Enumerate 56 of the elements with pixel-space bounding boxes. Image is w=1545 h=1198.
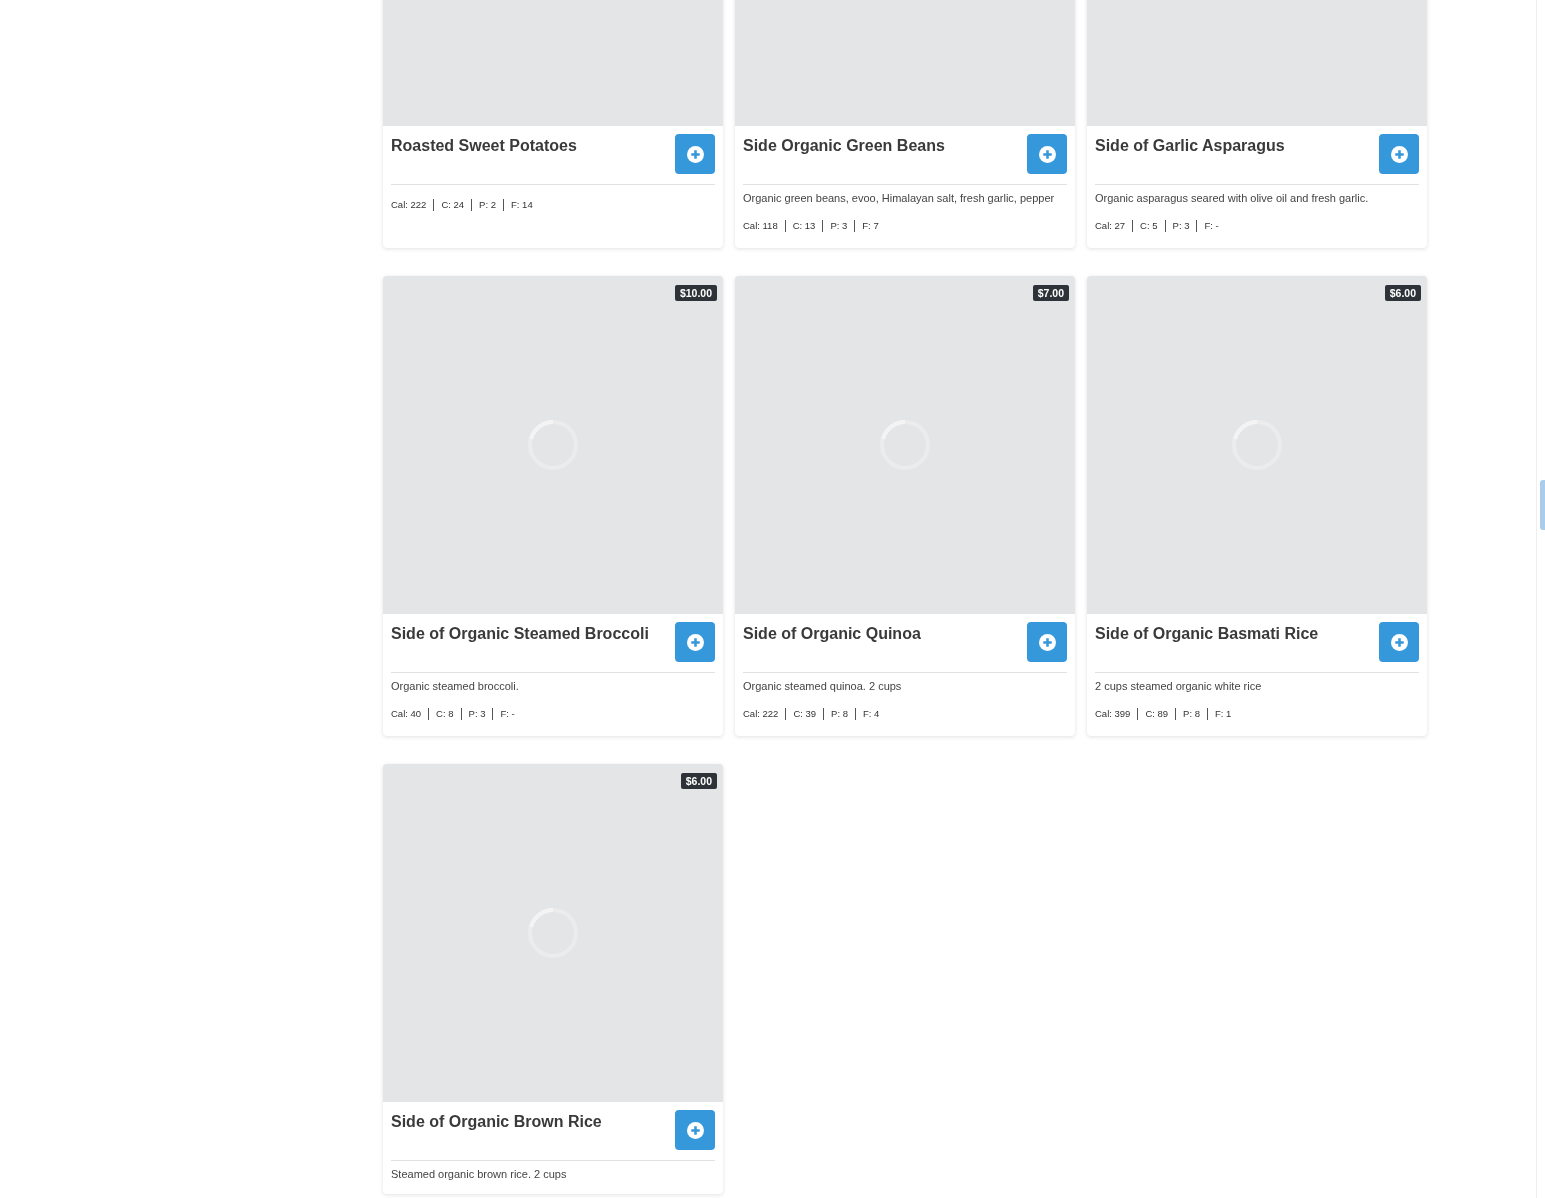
product-title: Side of Organic Basmati Rice: [1095, 624, 1319, 643]
product-title: Side Organic Green Beans: [743, 136, 945, 155]
scroll-handle[interactable]: [1540, 480, 1545, 530]
nutrition-value: F: 14: [503, 199, 540, 211]
nutrition-value: Cal: 399: [1095, 708, 1132, 720]
plus-circle-icon: [686, 633, 704, 651]
nutrition-value: P: 3: [822, 220, 855, 232]
plus-circle-icon: [686, 1121, 704, 1139]
nutrition-value: Cal: 118: [743, 220, 779, 232]
product-description: 2 cups steamed organic white rice: [1095, 679, 1263, 694]
nutrition-value: F: -: [1196, 220, 1226, 232]
add-button[interactable]: [1379, 622, 1419, 662]
product-title: Side of Organic Steamed Broccoli: [391, 624, 649, 643]
nutrition-value: C: 8: [428, 708, 461, 720]
nutrition-value: Cal: 222: [743, 708, 780, 720]
nutrition-value: P: 8: [1175, 708, 1207, 720]
nutrition-value: Cal: 40: [391, 708, 423, 720]
nutrition-value: P: 3: [1164, 220, 1197, 232]
nutrition-value: C: 5: [1132, 220, 1165, 232]
nutrition-value: F: -: [492, 708, 522, 720]
nutrition-value: Cal: 222: [391, 199, 428, 211]
nutrition-value: C: 24: [433, 199, 472, 211]
nutrition-value: C: 89: [1137, 708, 1176, 720]
price-badge: $7.00: [1032, 285, 1069, 301]
product-title: Side of Organic Quinoa: [743, 624, 921, 643]
product-title: Roasted Sweet Potatoes: [391, 136, 577, 155]
nutrition-value: P: 8: [823, 708, 855, 720]
add-button[interactable]: [1027, 622, 1067, 662]
nutrition-value: C: 39: [785, 708, 824, 720]
nutrition-value: F: 7: [854, 220, 886, 232]
product-description: Organic steamed broccoli.: [391, 679, 520, 694]
add-button[interactable]: [675, 622, 715, 662]
price-badge: $6.00: [1384, 285, 1421, 301]
product-description: Organic asparagus seared with olive oil and fresh garlic.: [1095, 191, 1370, 206]
add-button[interactable]: [1379, 134, 1419, 174]
plus-circle-icon: [1038, 145, 1056, 163]
add-button[interactable]: [1027, 134, 1067, 174]
nutrition-value: C: 13: [784, 220, 823, 232]
product-description: Steamed organic brown rice. 2 cups: [391, 1167, 568, 1182]
plus-circle-icon: [686, 145, 704, 163]
add-button[interactable]: [675, 1110, 715, 1150]
product-description: Organic steamed quinoa. 2 cups: [743, 679, 903, 694]
nutrition-value: F: 1: [1207, 708, 1239, 720]
plus-circle-icon: [1038, 633, 1056, 651]
add-button[interactable]: [675, 134, 715, 174]
product-description: Organic green beans, evoo, Himalayan salt, fresh garlic, pepper: [743, 191, 1056, 206]
product-title: Side of Organic Brown Rice: [391, 1112, 602, 1131]
plus-circle-icon: [1390, 633, 1408, 651]
plus-circle-icon: [1390, 145, 1408, 163]
product-title: Side of Garlic Asparagus: [1095, 136, 1285, 155]
price-badge: $6.00: [680, 773, 717, 789]
nutrition-value: P: 3: [460, 708, 493, 720]
nutrition-value: F: 4: [855, 708, 887, 720]
nutrition-value: P: 2: [471, 199, 503, 211]
price-badge: $10.00: [674, 285, 717, 301]
nutrition-value: Cal: 27: [1095, 220, 1127, 232]
